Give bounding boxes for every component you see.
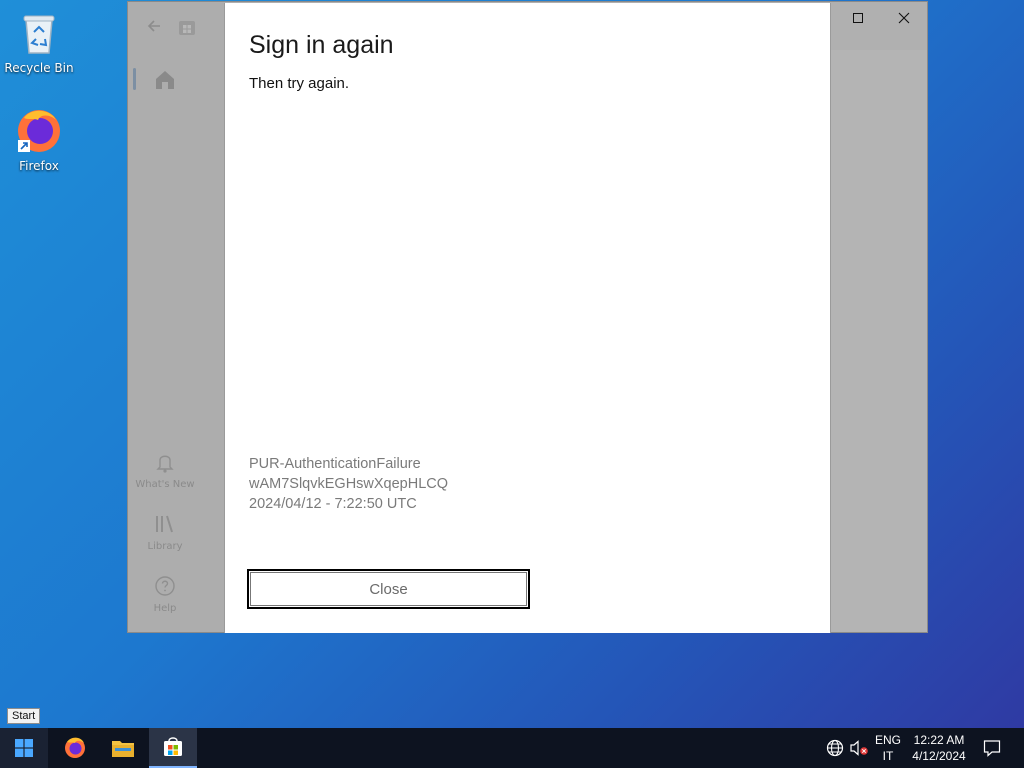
language-label: ENG [874,733,901,747]
firefox-label: Firefox [19,159,59,173]
close-window-button[interactable] [884,6,924,30]
recycle-bin-icon [23,15,55,54]
speaker-muted-icon [850,740,868,756]
input-language[interactable]: ENG IT [872,728,904,768]
notifications-button[interactable] [978,728,1006,768]
folder-icon [112,741,134,757]
correlation-id: wAM7SlqvkEGHswXqepHLCQ [249,476,449,492]
error-details: PUR-AuthenticationFailure wAM7SlqvkEGHsw… [249,454,448,514]
help-icon [155,576,175,596]
notification-icon [983,740,1001,757]
firefox-icon [18,110,60,152]
volume-status[interactable] [847,728,871,768]
back-arrow-icon [147,20,160,32]
sidebar-item-home[interactable] [152,68,180,92]
windows-logo-icon [15,739,33,757]
dialog-message: Then try again. [249,75,350,92]
taskbar-file-explorer[interactable] [100,728,146,768]
desktop: Recycle Bin Firefox What's New Library H… [0,0,1024,728]
start-tooltip: Start [7,708,41,724]
library-label: Library [147,541,183,552]
error-code: PUR-AuthenticationFailure [249,456,421,472]
globe-icon [826,739,844,757]
dialog-title: Sign in again [249,31,394,59]
desktop-icon-firefox[interactable]: Firefox [1,106,77,173]
store-sidebar: What's New Library Help [128,2,225,632]
taskbar-microsoft-store[interactable] [149,728,197,768]
maximize-icon [853,13,863,23]
clock-time: 12:22 AM [913,733,965,747]
sign-in-error-dialog: Sign in again Then try again. PUR-Authen… [224,3,831,633]
sidebar-item-whats-new[interactable]: What's New [129,450,201,490]
home-icon [156,71,174,89]
taskbar-firefox[interactable] [52,728,98,768]
start-button[interactable] [0,728,48,768]
help-label: Help [153,603,177,614]
store-bag-icon [164,737,182,756]
close-button[interactable]: Close [247,569,530,609]
sidebar-item-help[interactable]: Help [129,574,201,614]
clock-date: 4/12/2024 [912,749,966,763]
whats-new-label: What's New [135,479,195,490]
firefox-icon [65,737,85,758]
store-bag-icon [179,21,195,35]
recycle-bin-label: Recycle Bin [4,61,74,75]
store-logo [176,16,198,38]
clock[interactable]: 12:22 AM 4/12/2024 [906,728,972,768]
error-timestamp: 2024/04/12 - 7:22:50 UTC [249,496,417,512]
network-status[interactable] [824,728,846,768]
desktop-icon-recycle-bin[interactable]: Recycle Bin [1,8,77,75]
sidebar-item-library[interactable]: Library [129,512,201,552]
back-button[interactable] [142,14,166,38]
library-icon [156,515,173,533]
close-icon [898,12,910,24]
maximize-button[interactable] [838,6,878,30]
keyboard-label: IT [882,749,894,763]
taskbar: ENG IT 12:22 AM 4/12/2024 [0,728,1024,768]
bell-icon [156,455,174,473]
home-indicator [133,68,136,90]
